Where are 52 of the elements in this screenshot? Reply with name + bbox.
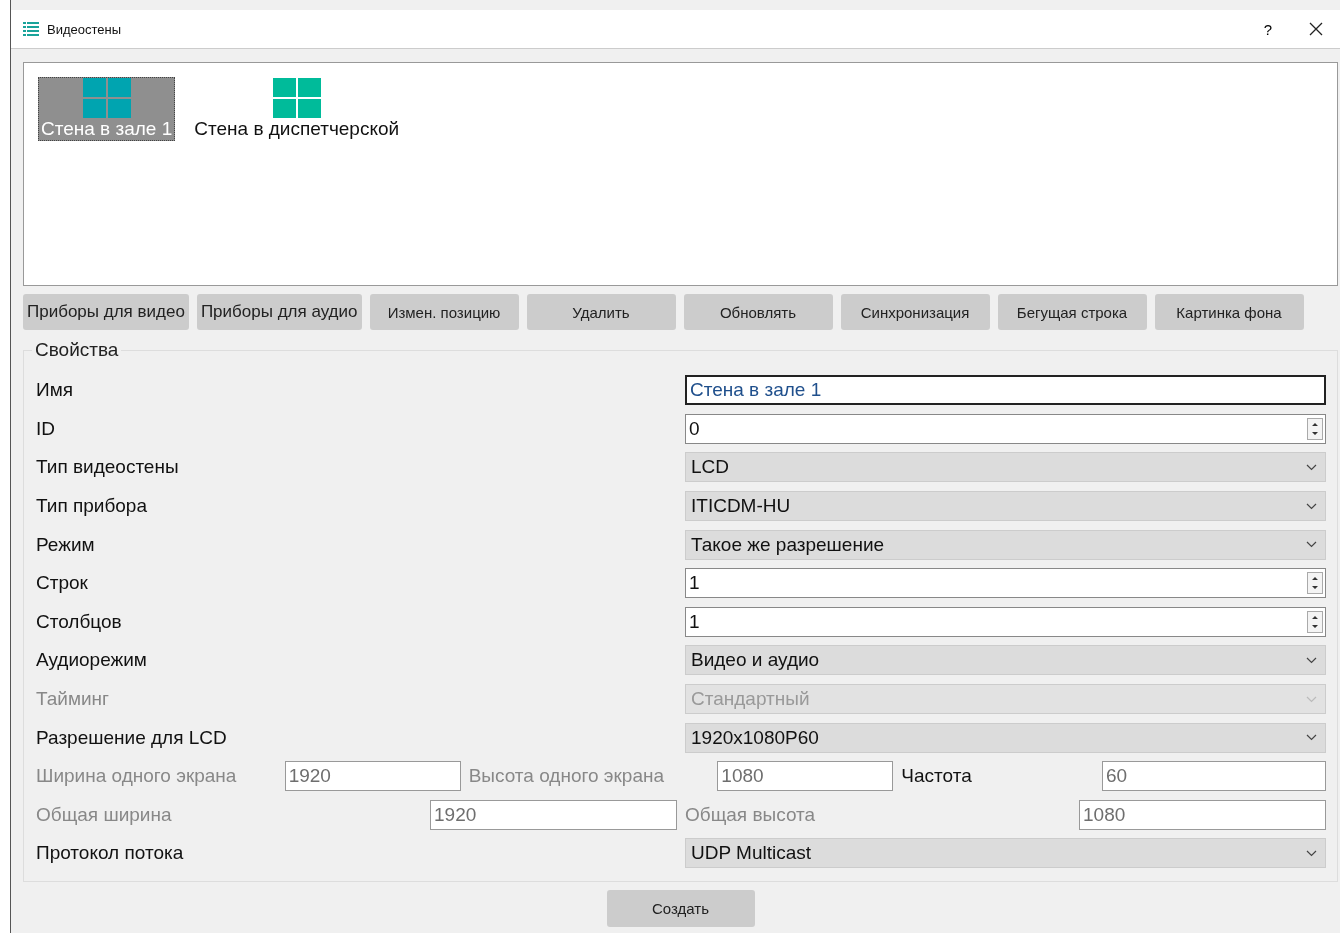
list-icon <box>23 21 39 37</box>
field-label: Режим <box>36 533 96 556</box>
spin-arrows-icon <box>1307 417 1323 440</box>
dropdown[interactable]: LCD <box>685 452 1326 483</box>
chevron-icon <box>1306 502 1317 510</box>
field-label: Тип прибора <box>36 495 148 518</box>
grid-icon <box>82 78 131 118</box>
chevron-icon <box>1306 541 1317 549</box>
field-label: Столбцов <box>36 610 123 633</box>
toolbar-button[interactable]: Бегущая строка <box>997 294 1147 330</box>
dropdown[interactable]: ITICDM-HU <box>685 491 1326 522</box>
chevron-icon <box>1306 849 1317 857</box>
field-label: Строк <box>36 572 89 595</box>
close-icon <box>1309 22 1323 36</box>
window-title: Видеостены <box>47 21 122 37</box>
field-label: Имя <box>36 379 74 402</box>
toolbar-button[interactable]: Измен. позицию <box>369 294 519 330</box>
wall-item[interactable]: Стена в диспетчерской <box>191 77 403 141</box>
toolbar-button[interactable]: Синхронизация <box>840 294 990 330</box>
toolbar-button[interactable]: Приборы для видео <box>23 294 189 330</box>
grid-icon <box>272 78 321 118</box>
field-label: Аудиорежим <box>36 649 148 672</box>
dropdown[interactable]: UDP Multicast <box>685 838 1326 869</box>
field-label: Высота одного экрана <box>468 765 666 788</box>
help-button[interactable]: ? <box>1244 14 1292 44</box>
field-label: Тайминг <box>36 688 111 711</box>
spin-box[interactable]: 1 <box>685 606 1326 637</box>
spin-arrows-icon <box>1307 610 1323 633</box>
toolbar-button[interactable]: Обновлять <box>683 294 833 330</box>
field-label: Разрешение для LCD <box>36 726 228 749</box>
field-label: Протокол потока <box>36 842 185 865</box>
toolbar-button[interactable]: Картинка фона <box>1154 294 1304 330</box>
toolbar-button[interactable]: Приборы для аудио <box>196 294 362 330</box>
dropdown[interactable]: 1920x1080P60 <box>685 722 1326 753</box>
spin-arrows-icon <box>1307 572 1323 595</box>
field-label: Ширина одного экрана <box>36 765 238 788</box>
field-label: Частота <box>901 765 973 788</box>
field-label: Тип видеостены <box>36 456 180 479</box>
chevron-icon <box>1306 656 1317 664</box>
toolbar-button[interactable]: Удалить <box>526 294 676 330</box>
chevron-icon <box>1306 695 1317 703</box>
field-label: Общая ширина <box>36 803 173 826</box>
spin-box[interactable]: 1 <box>685 568 1326 599</box>
spin-box[interactable]: 0 <box>685 413 1326 444</box>
field-label: Общая высота <box>685 803 817 826</box>
field-label: ID <box>36 417 56 440</box>
input-field[interactable]: Стена в зале 1 <box>685 375 1326 406</box>
dropdown[interactable]: Такое же разрешение <box>685 529 1326 560</box>
chevron-icon <box>1306 734 1317 742</box>
create-button[interactable]: Создать <box>606 889 755 927</box>
chevron-icon <box>1306 464 1317 471</box>
dropdown[interactable]: Видео и аудио <box>685 645 1326 676</box>
